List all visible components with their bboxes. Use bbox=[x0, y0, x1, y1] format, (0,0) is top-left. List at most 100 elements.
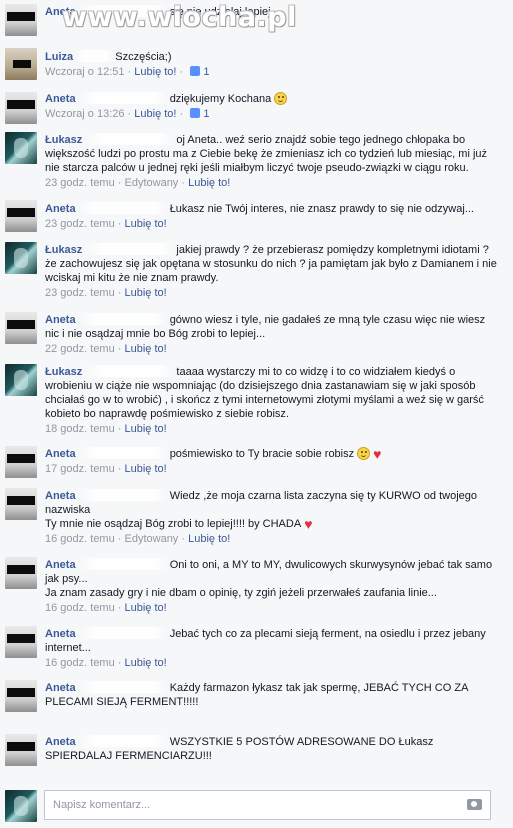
comment-meta: 23 godz. temu · Lubię to! bbox=[45, 287, 167, 299]
avatar[interactable] bbox=[5, 488, 37, 520]
comment-author[interactable]: Aneta bbox=[45, 736, 76, 748]
comment-author[interactable]: Łukasz bbox=[45, 134, 82, 146]
comment-input[interactable] bbox=[45, 791, 451, 819]
smile-emoji-icon bbox=[357, 447, 371, 460]
comment-text: Łukasz nie Twój interes, nie znasz prawd… bbox=[169, 203, 474, 215]
comment-meta: 17 godz. temu · Lubię to! bbox=[45, 463, 167, 475]
like-button[interactable]: Lubię to! bbox=[134, 108, 176, 120]
comment: Aneta Oni to oni, a MY to MY, dwulicowyc… bbox=[0, 555, 513, 619]
avatar[interactable] bbox=[5, 200, 37, 232]
like-button[interactable]: Lubię to! bbox=[125, 463, 167, 475]
comment: Aneta dziękujemy Kochana Wczoraj o 13:26… bbox=[0, 88, 513, 128]
comment-meta: 16 godz. temu · Lubię to! bbox=[45, 602, 167, 614]
timestamp[interactable]: 18 godz. temu bbox=[45, 423, 115, 435]
comment-author[interactable]: Aneta bbox=[45, 93, 76, 105]
avatar[interactable] bbox=[5, 734, 37, 766]
like-count[interactable]: 1 bbox=[203, 108, 209, 120]
like-button[interactable]: Lubię to! bbox=[134, 66, 176, 78]
avatar[interactable] bbox=[5, 626, 37, 658]
timestamp[interactable]: 17 godz. temu bbox=[45, 463, 115, 475]
comment-meta: 18 godz. temu · Lubię to! bbox=[45, 423, 167, 435]
comment: Aneta gówno wiesz i tyle, nie gadałeś ze… bbox=[0, 310, 513, 360]
like-button[interactable]: Lubię to! bbox=[125, 602, 167, 614]
comment: Aneta Łukasz nie Twój interes, nie znasz… bbox=[0, 198, 513, 236]
avatar[interactable] bbox=[5, 364, 37, 396]
comment-author[interactable]: Luiza bbox=[45, 51, 73, 63]
camera-icon[interactable] bbox=[467, 799, 482, 810]
avatar[interactable] bbox=[5, 132, 37, 164]
like-button[interactable]: Lubię to! bbox=[125, 657, 167, 669]
timestamp[interactable]: Wczoraj o 12:51 bbox=[45, 66, 124, 78]
heart-icon: ♥ bbox=[373, 446, 382, 462]
comment-author[interactable]: Aneta bbox=[45, 682, 76, 694]
comment-meta: Wczoraj o 12:51 · Lubię to! · 1 bbox=[45, 66, 210, 78]
redacted-surname bbox=[85, 243, 174, 255]
comment: Łukasz taaaa wystarczy mi to co widzę i … bbox=[0, 362, 513, 440]
comment-text: dziękujemy Kochana bbox=[169, 93, 272, 105]
comment-author[interactable]: Aneta bbox=[45, 448, 76, 460]
like-button[interactable]: Lubię to! bbox=[188, 177, 230, 189]
like-button[interactable]: Lubię to! bbox=[125, 287, 167, 299]
like-button[interactable]: Lubię to! bbox=[188, 533, 230, 545]
comment-meta: 16 godz. temu · Lubię to! bbox=[45, 657, 167, 669]
heart-icon: ♥ bbox=[304, 516, 313, 532]
comment: Łukasz jakiej prawdy ? że przebierasz po… bbox=[0, 240, 513, 306]
redacted-surname bbox=[78, 313, 167, 325]
avatar[interactable] bbox=[5, 4, 37, 36]
comment-meta: 23 godz. temu · Edytowany · Lubię to! bbox=[45, 177, 231, 189]
redacted-surname bbox=[78, 92, 167, 104]
comment-author[interactable]: Aneta bbox=[45, 490, 76, 502]
like-count[interactable]: 1 bbox=[203, 66, 209, 78]
redacted-surname bbox=[78, 489, 167, 501]
like-button[interactable]: Lubię to! bbox=[125, 343, 167, 355]
like-button[interactable]: Lubię to! bbox=[125, 423, 167, 435]
edited-label[interactable]: Edytowany bbox=[125, 177, 179, 189]
timestamp[interactable]: 16 godz. temu bbox=[45, 602, 115, 614]
like-thumb-icon bbox=[190, 108, 201, 118]
comment-meta: 16 godz. temu · Edytowany · Lubię to! bbox=[45, 533, 231, 545]
comment-author[interactable]: Łukasz bbox=[45, 366, 82, 378]
comment: Luiza Szczęścia;) Wczoraj o 12:51 · Lubi… bbox=[0, 44, 513, 84]
comment-author[interactable]: Aneta bbox=[45, 6, 76, 18]
timestamp[interactable]: 23 godz. temu bbox=[45, 177, 115, 189]
comment-author[interactable]: Aneta bbox=[45, 559, 76, 571]
timestamp[interactable]: 22 godz. temu bbox=[45, 343, 115, 355]
comment: Łukasz oj Aneta.. weź serio znajdź sobie… bbox=[0, 130, 513, 194]
comment-author[interactable]: Aneta bbox=[45, 628, 76, 640]
timestamp[interactable]: 23 godz. temu bbox=[45, 287, 115, 299]
edited-label[interactable]: Edytowany bbox=[125, 533, 179, 545]
comment-meta: 22 godz. temu · Lubię to! bbox=[45, 343, 167, 355]
timestamp[interactable]: 16 godz. temu bbox=[45, 657, 115, 669]
avatar[interactable] bbox=[5, 446, 37, 478]
comment-text-line-2: Ja znam zasady gry i nie dbam o opinię, … bbox=[45, 587, 437, 599]
comment: Aneta Jebać tych co za plecami sieją fer… bbox=[0, 624, 513, 674]
avatar[interactable] bbox=[5, 557, 37, 589]
avatar[interactable] bbox=[5, 48, 37, 80]
timestamp[interactable]: Wczoraj o 13:26 bbox=[45, 108, 124, 120]
avatar[interactable] bbox=[5, 92, 37, 124]
comment-text: pośmiewisko to Ty bracie sobie robisz bbox=[169, 448, 355, 460]
smile-emoji-icon bbox=[274, 92, 288, 105]
comment: Aneta Każdy farmazon łykasz tak jak sper… bbox=[0, 678, 513, 728]
timestamp[interactable]: 16 godz. temu bbox=[45, 533, 115, 545]
comment-author[interactable]: Łukasz bbox=[45, 244, 82, 256]
avatar[interactable] bbox=[5, 242, 37, 274]
like-thumb-icon bbox=[190, 66, 201, 76]
comment: Aneta pośmiewisko to Ty bracie sobie rob… bbox=[0, 444, 513, 484]
current-user-avatar[interactable] bbox=[5, 790, 37, 822]
comment-meta: Wczoraj o 13:26 · Lubię to! · 1 bbox=[45, 108, 210, 120]
redacted-surname bbox=[78, 681, 167, 693]
comment-author[interactable]: Aneta bbox=[45, 203, 76, 215]
redacted-surname bbox=[78, 447, 167, 459]
redacted-surname bbox=[78, 202, 167, 214]
redacted-surname bbox=[78, 5, 167, 17]
timestamp[interactable]: 23 godz. temu bbox=[45, 218, 115, 230]
comment-composer bbox=[44, 790, 491, 820]
comment: Aneta Wiedz ,że moja czarna lista zaczyn… bbox=[0, 486, 513, 550]
comment: Aneta WSZYSTKIE 5 POSTÓW ADRESOWANE DO Ł… bbox=[0, 732, 513, 772]
like-button[interactable]: Lubię to! bbox=[125, 218, 167, 230]
comment-author[interactable]: Aneta bbox=[45, 314, 76, 326]
avatar[interactable] bbox=[5, 312, 37, 344]
avatar[interactable] bbox=[5, 680, 37, 712]
comment-text-line-2: Ty mnie nie osądzaj Bóg zrobi to lepiej!… bbox=[45, 516, 313, 532]
